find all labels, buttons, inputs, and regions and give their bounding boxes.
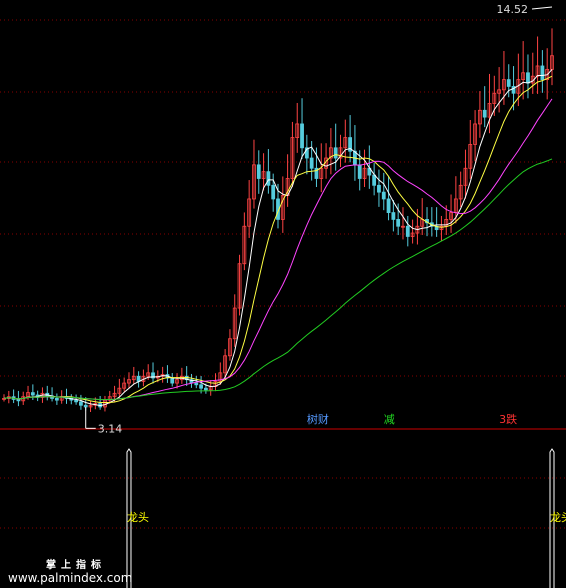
candle-body [83, 404, 88, 408]
candle-body [271, 184, 276, 200]
candle-body [79, 401, 83, 406]
indicator-signal-label: 龙头 [127, 511, 149, 524]
candle-body [266, 171, 271, 186]
candle-body [30, 392, 35, 396]
candle-body [333, 147, 338, 159]
signal-label: 树财 [307, 412, 329, 426]
candle-body [482, 109, 487, 118]
candle-body [74, 399, 79, 403]
stock-chart: 14.52 3.14 树财 减 3跌 龙头 龙头 [0, 3, 566, 588]
candle-body [54, 398, 59, 401]
candle-body [300, 123, 304, 149]
signal-label: 减 [384, 413, 395, 426]
candle-body [203, 387, 208, 391]
grid-lines [0, 19, 566, 529]
candle-body [309, 157, 314, 169]
indicator-signal-label: 龙头 [550, 511, 566, 524]
candle-body [396, 219, 401, 227]
candle-body [170, 377, 175, 384]
candle-body [357, 164, 362, 179]
high-arrow [531, 6, 553, 10]
candle-body [199, 384, 203, 389]
candle-body [381, 191, 386, 200]
candle-body [526, 72, 530, 84]
price-annotations: 14.52 3.14 树财 减 3跌 [85, 3, 553, 435]
candlesticks [2, 28, 554, 413]
candle-body [16, 399, 21, 402]
low-price-label: 3.14 [98, 422, 123, 435]
high-price-label: 14.52 [497, 3, 529, 16]
candle-body [405, 225, 410, 237]
candle-body [372, 174, 377, 186]
watermark-title: 掌上指标 [46, 560, 106, 571]
candle-body [377, 184, 381, 193]
candle-body [540, 65, 545, 81]
candle-body [194, 382, 199, 386]
candle-body [386, 198, 391, 213]
watermark: 掌上指标 www.palmindex.com [0, 554, 150, 588]
watermark-url: www.palmindex.com [8, 571, 133, 585]
candle-body [506, 79, 511, 87]
indicator-panel: 龙头 龙头 [126, 448, 566, 588]
candle-body [391, 212, 396, 220]
candle-body [136, 375, 141, 382]
ma5-line [3, 69, 553, 407]
moving-average-lines [3, 69, 553, 407]
signal-label: 3跌 [499, 412, 517, 426]
candle-body [256, 164, 261, 179]
